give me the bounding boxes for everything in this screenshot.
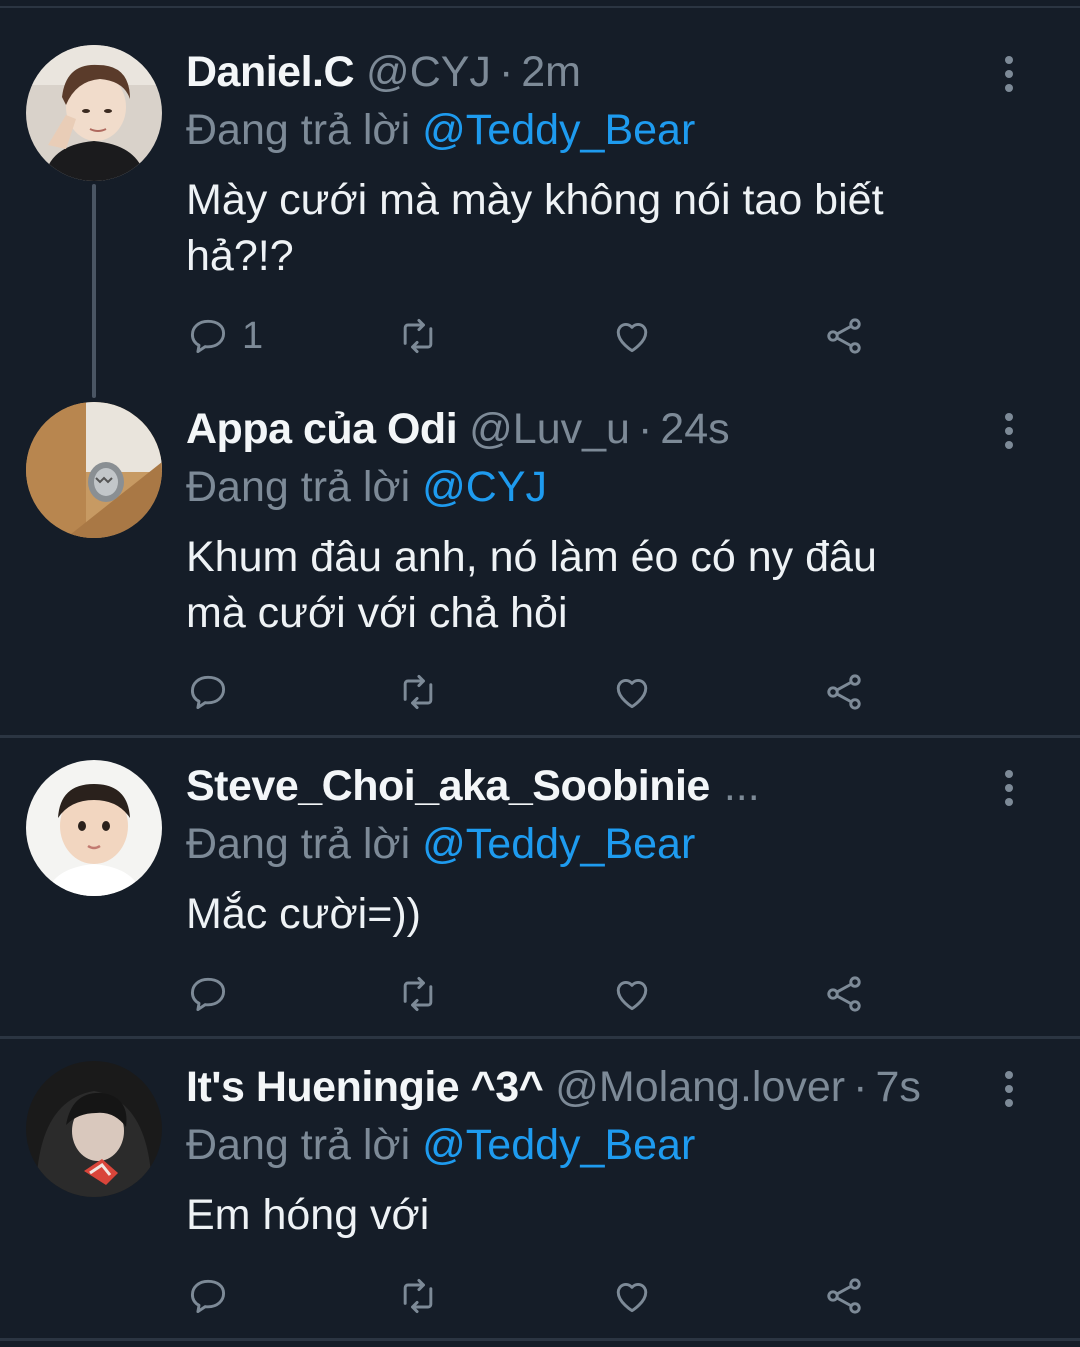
tweet-header: Appa của Odi @Luv_u · 24s bbox=[186, 405, 730, 461]
top-divider bbox=[0, 0, 1080, 8]
tweet-text-line: Khum đâu anh, nó làm éo có ny đâu bbox=[186, 533, 877, 581]
share-button[interactable] bbox=[822, 668, 866, 716]
avatar[interactable] bbox=[26, 760, 162, 896]
retweet-button[interactable] bbox=[396, 668, 440, 716]
user-handle[interactable]: @CYJ bbox=[366, 48, 491, 97]
retweet-icon bbox=[403, 674, 433, 710]
more-vertical-icon[interactable] bbox=[1000, 1071, 1018, 1107]
tweet-text: Mắc cười=)) bbox=[186, 886, 1006, 942]
heart-icon bbox=[616, 322, 648, 353]
tweet-header: It's Hueningie ^3^ @Molang.lover · 7s bbox=[186, 1063, 921, 1119]
replying-to: Đang trả lời @Teddy_Bear bbox=[186, 1121, 695, 1170]
action-bar bbox=[186, 668, 886, 716]
reply-count: 1 bbox=[242, 314, 264, 357]
tweet-text: Em hóng với bbox=[186, 1187, 1006, 1243]
tweet-text-line: Mắc cười=)) bbox=[186, 890, 421, 938]
retweet-icon bbox=[403, 318, 433, 354]
share-icon bbox=[827, 1278, 861, 1314]
like-button[interactable] bbox=[610, 970, 654, 1018]
replying-to: Đang trả lời @CYJ bbox=[186, 463, 547, 512]
display-name[interactable]: Daniel.C bbox=[186, 48, 355, 97]
tweet-text-line: Em hóng với bbox=[186, 1191, 430, 1239]
mention-link[interactable]: @Teddy_Bear bbox=[422, 1121, 695, 1169]
like-button[interactable] bbox=[610, 668, 654, 716]
tweet-divider bbox=[0, 735, 1080, 738]
tweet-header: Steve_Choi_aka_Soobinie ... bbox=[186, 762, 760, 818]
reply-feed: Daniel.C @CYJ · 2m Đang trả lời @Teddy_B… bbox=[0, 0, 1080, 1347]
replying-to: Đang trả lời @Teddy_Bear bbox=[186, 820, 695, 869]
action-bar bbox=[186, 970, 886, 1018]
avatar[interactable] bbox=[26, 1061, 162, 1197]
display-name[interactable]: Appa của Odi bbox=[186, 405, 458, 454]
replying-prefix: Đang trả lời bbox=[186, 463, 411, 511]
reply-button[interactable] bbox=[186, 1272, 230, 1320]
more-vertical-icon[interactable] bbox=[1000, 413, 1018, 449]
replying-prefix: Đang trả lời bbox=[186, 820, 411, 868]
heart-icon bbox=[616, 980, 648, 1011]
reply-button[interactable] bbox=[186, 970, 230, 1018]
retweet-button[interactable] bbox=[396, 312, 440, 360]
display-name[interactable]: Steve_Choi_aka_Soobinie bbox=[186, 762, 710, 811]
avatar[interactable] bbox=[26, 45, 162, 181]
retweet-icon bbox=[403, 1278, 433, 1314]
tweet-header: Daniel.C @CYJ · 2m bbox=[186, 48, 581, 104]
action-bar bbox=[186, 1272, 886, 1320]
reply-icon bbox=[190, 1279, 226, 1314]
retweet-button[interactable] bbox=[396, 1272, 440, 1320]
reply-icon bbox=[190, 319, 226, 354]
action-bar: 1 bbox=[186, 312, 886, 360]
user-handle[interactable]: @Molang.lover bbox=[555, 1063, 845, 1112]
retweet-button[interactable] bbox=[396, 970, 440, 1018]
tweet-divider bbox=[0, 1036, 1080, 1039]
share-icon bbox=[827, 976, 861, 1012]
separator-dot: · bbox=[498, 48, 514, 96]
tweet-text-line: mà cưới với chả hỏi bbox=[186, 589, 568, 637]
reply-button[interactable] bbox=[186, 668, 230, 716]
separator-dot: · bbox=[853, 1063, 868, 1111]
heart-icon bbox=[616, 1282, 648, 1313]
timestamp[interactable]: 24s bbox=[660, 405, 729, 454]
more-vertical-icon[interactable] bbox=[1000, 56, 1018, 92]
thread-connector bbox=[92, 184, 96, 398]
mention-link[interactable]: @CYJ bbox=[422, 463, 547, 511]
like-button[interactable] bbox=[610, 1272, 654, 1320]
share-button[interactable] bbox=[822, 312, 866, 360]
reply-icon bbox=[190, 675, 226, 710]
avatar[interactable] bbox=[26, 402, 162, 538]
user-handle[interactable]: @Luv_u bbox=[469, 405, 630, 454]
like-button[interactable] bbox=[610, 312, 654, 360]
mention-link[interactable]: @Teddy_Bear bbox=[422, 820, 695, 868]
reply-button[interactable]: 1 bbox=[186, 312, 263, 360]
separator-dot: · bbox=[637, 405, 653, 453]
timestamp[interactable]: 2m bbox=[521, 48, 581, 97]
share-button[interactable] bbox=[822, 1272, 866, 1320]
timestamp[interactable]: 7s bbox=[875, 1063, 920, 1112]
tweet-text: Khum đâu anh, nó làm éo có ny đâu mà cướ… bbox=[186, 529, 1006, 641]
replying-to: Đang trả lời @Teddy_Bear bbox=[186, 106, 695, 155]
truncation-ellipsis: ... bbox=[723, 762, 760, 810]
heart-icon bbox=[616, 678, 648, 709]
tweet-text: Mày cưới mà mày không nói tao biết hả?!? bbox=[186, 172, 1006, 284]
share-icon bbox=[827, 318, 861, 354]
tweet-text-line: Mày cưới mà mày không nói tao biết bbox=[186, 176, 884, 224]
reply-icon bbox=[190, 977, 226, 1012]
replying-prefix: Đang trả lời bbox=[186, 106, 411, 154]
replying-prefix: Đang trả lời bbox=[186, 1121, 411, 1169]
share-button[interactable] bbox=[822, 970, 866, 1018]
display-name[interactable]: It's Hueningie ^3^ bbox=[186, 1063, 544, 1112]
mention-link[interactable]: @Teddy_Bear bbox=[422, 106, 695, 154]
tweet-text-line: hả?!? bbox=[186, 232, 294, 280]
retweet-icon bbox=[403, 976, 433, 1012]
share-icon bbox=[827, 674, 861, 710]
tweet-divider bbox=[0, 1338, 1080, 1341]
more-vertical-icon[interactable] bbox=[1000, 770, 1018, 806]
